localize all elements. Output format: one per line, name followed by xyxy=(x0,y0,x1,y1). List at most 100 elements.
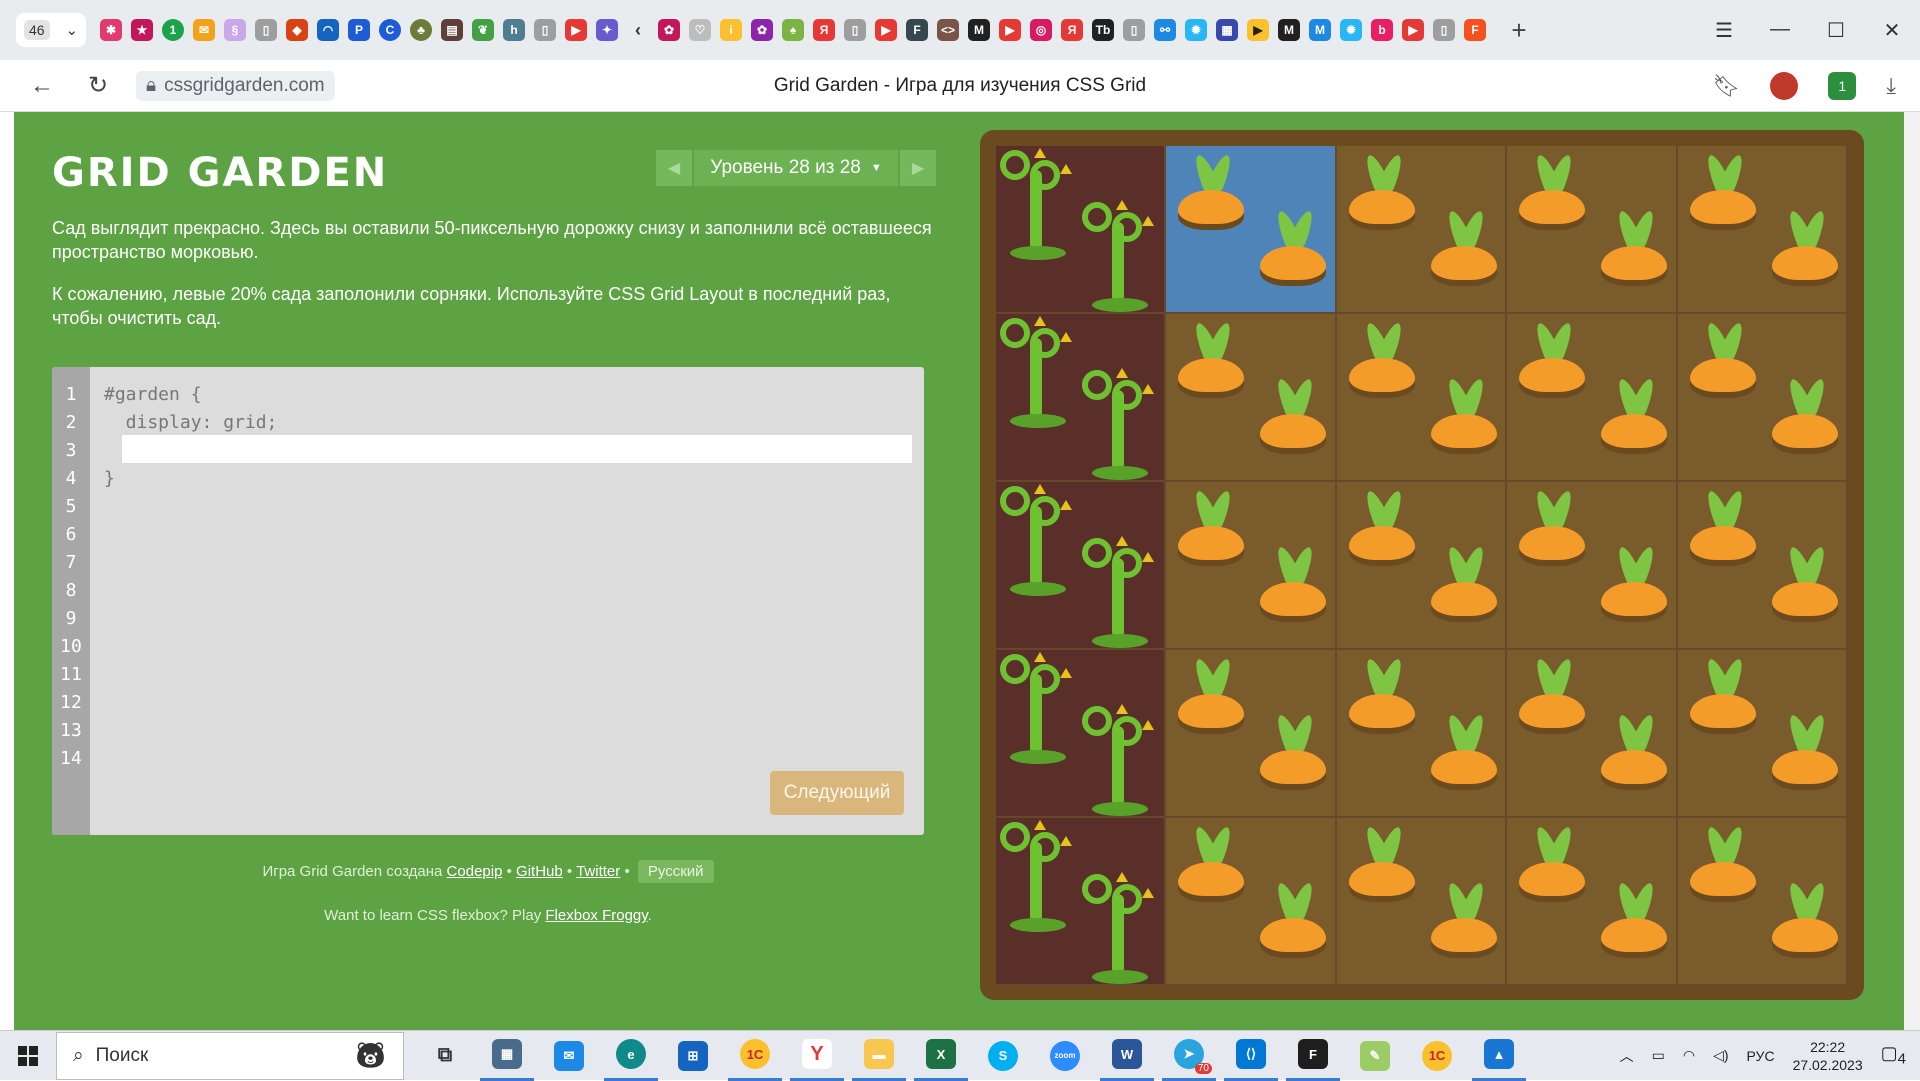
flower-tab-icon[interactable]: ✿ xyxy=(658,19,680,41)
slack-tab-icon[interactable]: ✱ xyxy=(100,19,122,41)
info-tab-icon[interactable]: i xyxy=(720,19,742,41)
1c-app-2[interactable]: 1C xyxy=(1410,1031,1464,1081)
skype-app[interactable]: S xyxy=(976,1031,1030,1081)
menu-icon[interactable]: ☰ xyxy=(1696,18,1752,43)
yandex-tab-icon[interactable]: Я xyxy=(813,19,835,41)
shield-tab-icon[interactable]: ◆ xyxy=(286,19,308,41)
leaf-tab-icon[interactable]: ❦ xyxy=(472,19,494,41)
figma-tab-icon[interactable]: F xyxy=(906,19,928,41)
vscode-app[interactable]: ⟨⟩ xyxy=(1224,1031,1278,1081)
mail-tab-icon[interactable]: ✉ xyxy=(193,19,215,41)
explorer-app[interactable]: ▬ xyxy=(852,1031,906,1081)
document-tab-icon-3[interactable]: ▯ xyxy=(844,19,866,41)
figma-tab-icon-2[interactable]: F xyxy=(1464,19,1486,41)
sparkle-tab-icon[interactable]: ✦ xyxy=(596,19,618,41)
youtube-tab-icon-2[interactable]: ▶ xyxy=(875,19,897,41)
chart-tab-icon[interactable]: ▦ xyxy=(1216,19,1238,41)
github-link[interactable]: GitHub xyxy=(516,863,563,880)
prev-level-button[interactable]: ◀ xyxy=(656,150,692,186)
chevron-up-icon[interactable]: ︿ xyxy=(1620,1046,1634,1066)
taskbar-search[interactable]: ⌕ Поиск 🐻︎ xyxy=(56,1031,404,1080)
gmail-tab-icon[interactable]: M xyxy=(1309,19,1331,41)
heart-tab-icon[interactable]: ♡ xyxy=(689,19,711,41)
search-icon: ⌕ xyxy=(73,1044,84,1066)
maximize-icon[interactable]: ☐ xyxy=(1808,18,1864,43)
excel-app[interactable]: X xyxy=(914,1031,968,1081)
url-field[interactable]: 🔒︎ cssgridgarden.com xyxy=(136,70,335,101)
tb-tab-icon[interactable]: Tb xyxy=(1092,19,1114,41)
star-tab-icon[interactable]: ★ xyxy=(131,19,153,41)
css-code-input[interactable] xyxy=(122,435,912,463)
mail-app[interactable]: ✉ xyxy=(542,1031,596,1081)
level-dropdown[interactable]: Уровень 28 из 28 ▼ xyxy=(694,150,898,186)
next-button[interactable]: Следующий xyxy=(770,771,904,815)
start-button[interactable] xyxy=(0,1031,56,1081)
calculator-icon: ▦ xyxy=(492,1039,522,1069)
battery-icon[interactable]: ▭ xyxy=(1652,1047,1665,1064)
bookmark-icon[interactable]: 🔖︎ xyxy=(1712,73,1740,99)
document-tab-icon[interactable]: ▯ xyxy=(255,19,277,41)
instagram-tab-icon[interactable]: ◎ xyxy=(1030,19,1052,41)
youtube-tab-icon[interactable]: ▶ xyxy=(565,19,587,41)
carrot-root xyxy=(1348,862,1415,896)
document-tab-icon-5[interactable]: ▯ xyxy=(1433,19,1455,41)
youtube-tab-icon-3[interactable]: ▶ xyxy=(999,19,1021,41)
store-app[interactable]: ⊞ xyxy=(666,1031,720,1081)
1c-app[interactable]: 1C xyxy=(728,1031,782,1081)
telegram-app[interactable]: ➤ 70 xyxy=(1162,1031,1216,1081)
calculator-app[interactable]: ▦ xyxy=(480,1031,534,1081)
m-tab-icon-2[interactable]: M xyxy=(1278,19,1300,41)
tab-counter-button[interactable]: 46 ⌄ xyxy=(16,13,86,47)
next-level-button[interactable]: ▶ xyxy=(900,150,936,186)
twitter-link[interactable]: Twitter xyxy=(576,863,620,880)
nodes-tab-icon[interactable]: ⚯ xyxy=(1154,19,1176,41)
c-tab-icon[interactable]: C xyxy=(379,19,401,41)
close-icon[interactable]: ✕ xyxy=(1864,18,1920,43)
language-indicator[interactable]: РУС xyxy=(1747,1048,1775,1064)
photos-app[interactable]: ▲ xyxy=(1472,1031,1526,1081)
level-label: Уровень 28 из 28 xyxy=(710,157,861,178)
document-tab-icon-2[interactable]: ▯ xyxy=(534,19,556,41)
download-icon[interactable]: ⤓ xyxy=(1886,73,1896,99)
profile-avatar[interactable] xyxy=(1770,71,1799,100)
codepip-link[interactable]: Codepip xyxy=(447,863,503,880)
figma-app[interactable]: F xyxy=(1286,1031,1340,1081)
scroll-left-icon[interactable]: ‹ xyxy=(627,19,649,41)
new-tab-button[interactable]: + xyxy=(1504,15,1534,46)
volume-icon[interactable]: ◁) xyxy=(1713,1047,1728,1064)
edge-app[interactable]: e xyxy=(604,1031,658,1081)
zoom-app[interactable]: zoom xyxy=(1038,1031,1092,1081)
ribbon-tab-icon[interactable]: § xyxy=(224,19,246,41)
yandex-tab-icon-2[interactable]: Я xyxy=(1061,19,1083,41)
code-tab-icon[interactable]: <> xyxy=(937,19,959,41)
youtube-tab-icon-4[interactable]: ▶ xyxy=(1402,19,1424,41)
language-button[interactable]: Русский xyxy=(637,860,714,883)
gear-tab-icon-2[interactable]: ✹ xyxy=(1340,19,1362,41)
reload-icon[interactable]: ↻ xyxy=(78,71,118,100)
extension-icon[interactable]: 1 xyxy=(1828,71,1857,100)
b-tab-icon[interactable]: b xyxy=(1371,19,1393,41)
wifi-icon[interactable]: ◠ xyxy=(1683,1047,1695,1064)
edge-tab-icon[interactable]: ◠ xyxy=(317,19,339,41)
task-view-button[interactable]: ⧉ xyxy=(418,1031,472,1081)
m-tab-icon[interactable]: M xyxy=(968,19,990,41)
book-tab-icon[interactable]: ▤ xyxy=(441,19,463,41)
tree-tab-icon[interactable]: ♣ xyxy=(410,19,432,41)
yandex-browser-app[interactable]: Y xyxy=(790,1031,844,1081)
play-tab-icon[interactable]: ▶ xyxy=(1247,19,1269,41)
h-tab-icon[interactable]: h xyxy=(503,19,525,41)
green-app-tab-icon[interactable]: 1 xyxy=(162,19,184,41)
paint-app[interactable]: ✎ xyxy=(1348,1031,1402,1081)
clock[interactable]: 22:22 27.02.2023 xyxy=(1793,1038,1863,1074)
flower-tab-icon-2[interactable]: ✿ xyxy=(751,19,773,41)
p-tab-icon[interactable]: P xyxy=(348,19,370,41)
flexbox-froggy-link[interactable]: Flexbox Froggy xyxy=(545,907,647,924)
document-tab-icon-4[interactable]: ▯ xyxy=(1123,19,1145,41)
minimize-icon[interactable]: — xyxy=(1752,18,1808,43)
notification-icon[interactable]: ▢4 xyxy=(1881,1043,1906,1068)
active-tab-icon[interactable]: ♠ xyxy=(782,19,804,41)
word-app[interactable]: W xyxy=(1100,1031,1154,1081)
scrollbar-track[interactable] xyxy=(1904,112,1920,1030)
gear-tab-icon[interactable]: ✹ xyxy=(1185,19,1207,41)
back-icon[interactable]: ← xyxy=(22,72,62,100)
